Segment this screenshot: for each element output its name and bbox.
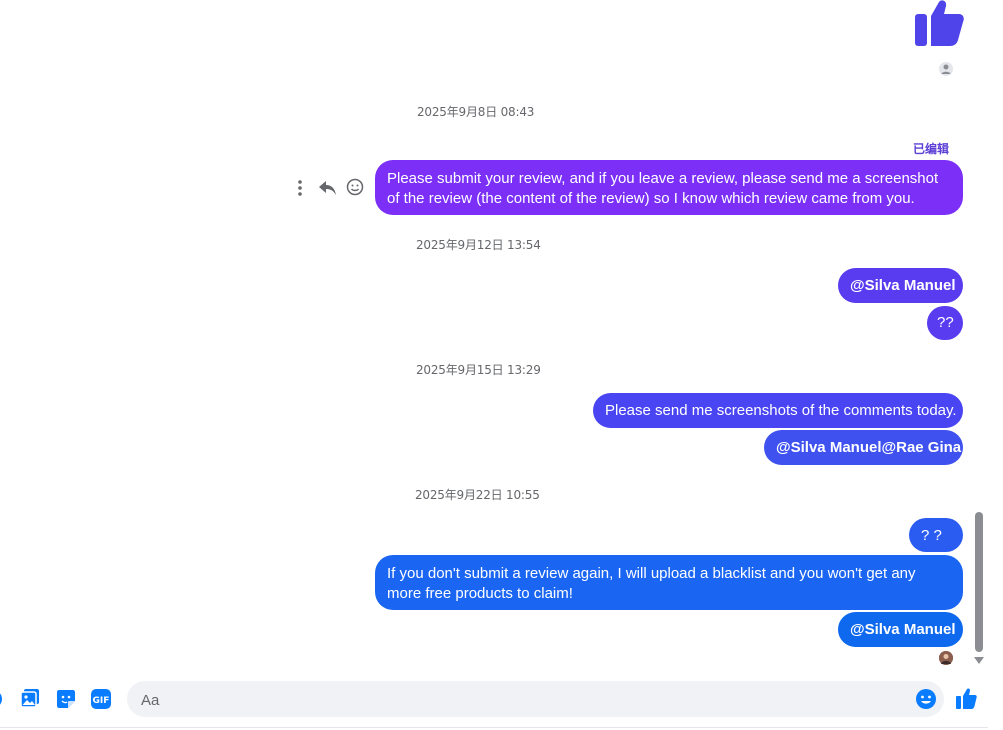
divider — [0, 727, 988, 728]
composer: GIF — [0, 676, 988, 722]
more-vertical-icon[interactable] — [292, 178, 308, 198]
timestamp: 2025年9月8日 08:43 — [417, 105, 535, 119]
scrollbar-thumb[interactable] — [975, 512, 983, 652]
message-input[interactable] — [139, 681, 903, 719]
svg-text:GIF: GIF — [93, 696, 110, 706]
emoji-icon[interactable] — [915, 688, 937, 710]
message-bubble[interactable]: @Silva Manuel — [838, 268, 963, 303]
message-field[interactable] — [127, 681, 944, 719]
photo-icon[interactable] — [20, 689, 40, 709]
seen-avatar — [939, 651, 953, 665]
seen-avatar-default — [939, 62, 953, 76]
timestamp: 2025年9月15日 13:29 — [416, 363, 541, 377]
plus-circle-icon[interactable] — [0, 688, 4, 710]
message-bubble[interactable]: Please send me screenshots of the commen… — [593, 393, 963, 428]
reply-icon[interactable] — [318, 179, 338, 197]
scroll-down-arrow[interactable] — [974, 657, 984, 664]
thumbs-up-icon[interactable] — [955, 688, 977, 710]
message-bubble[interactable]: ? ? — [909, 518, 963, 552]
message-bubble[interactable]: @Silva Manuel@Rae Gina — [764, 430, 963, 465]
user-icon — [941, 64, 951, 74]
edited-label[interactable]: 已编辑 — [913, 140, 949, 157]
message-bubble[interactable]: ?? — [927, 306, 963, 340]
timestamp: 2025年9月12日 13:54 — [416, 238, 541, 252]
message-bubble[interactable]: If you don't submit a review again, I wi… — [375, 555, 963, 610]
message-bubble[interactable]: @Silva Manuel — [838, 612, 963, 647]
thumbs-up-icon — [915, 0, 964, 47]
emoji-icon[interactable] — [346, 178, 364, 196]
chat-thread: 2025年9月8日 08:43 已编辑 Please submit your r… — [0, 0, 988, 730]
message-bubble[interactable]: Please submit your review, and if you le… — [375, 160, 963, 215]
user-photo-icon — [939, 651, 953, 665]
sticker-icon[interactable] — [56, 689, 76, 709]
gif-icon[interactable]: GIF — [91, 689, 111, 709]
timestamp: 2025年9月22日 10:55 — [415, 488, 540, 502]
